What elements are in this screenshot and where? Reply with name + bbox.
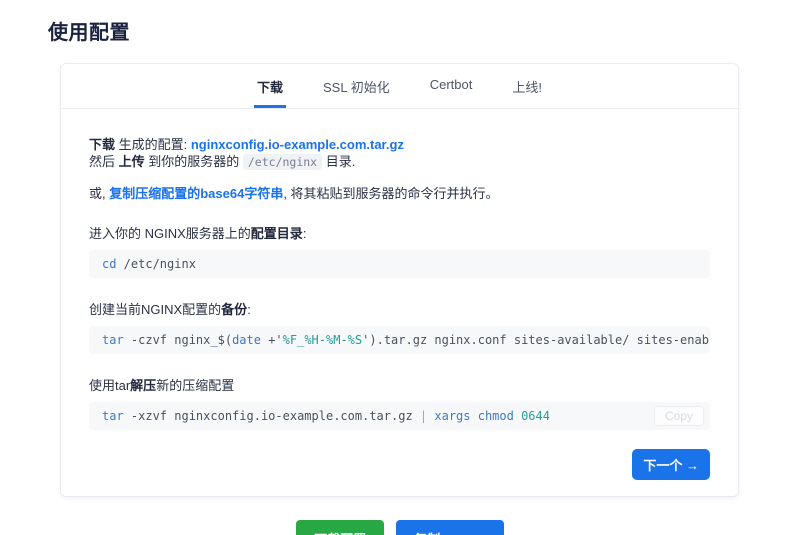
copy-button[interactable]: Copy bbox=[654, 406, 704, 426]
text-segment: 到你的服务器的 bbox=[145, 154, 243, 169]
base64-instructions: 或, 复制压缩配置的base64字符串, 将其粘贴到服务器的命令行并执行。 bbox=[89, 185, 710, 202]
text-segment: 然后 bbox=[89, 154, 119, 169]
code-token: ').tar.gz nginx.conf sites-available/ si… bbox=[362, 333, 710, 347]
text-segment: 创建当前NGINX配置的 bbox=[89, 302, 221, 317]
upload-word: 上传 bbox=[119, 154, 145, 169]
text-segment: 生成的配置: bbox=[115, 137, 191, 152]
etc-nginx-path: /etc/nginx bbox=[243, 154, 322, 170]
text-segment: 使用tar bbox=[89, 378, 130, 393]
backup-heading: 创建当前NGINX配置的备份: bbox=[89, 299, 710, 318]
backup-command-block: tar -czvf nginx_$(date +'%F_%H-%M-%S').t… bbox=[89, 326, 710, 354]
text-segment: : bbox=[303, 226, 307, 241]
text-segment: : bbox=[247, 302, 251, 317]
copy-base64-button[interactable]: 复制Base64 bbox=[396, 520, 504, 535]
tab-download[interactable]: 下载 bbox=[254, 77, 286, 108]
copy-base64-link[interactable]: 复制压缩配置的base64字符串 bbox=[109, 186, 283, 201]
download-config-button[interactable]: 下载配置 bbox=[296, 520, 384, 535]
code-token: tar bbox=[102, 409, 124, 423]
text-segment: 备份 bbox=[221, 302, 247, 317]
tab-ssl-init[interactable]: SSL 初始化 bbox=[320, 77, 393, 108]
archive-download-link[interactable]: nginxconfig.io-example.com.tar.gz bbox=[191, 137, 404, 152]
text-segment: 解压 bbox=[130, 378, 156, 393]
next-row: 下一个 → bbox=[89, 449, 710, 480]
download-word: 下载 bbox=[89, 137, 115, 152]
code-token: xargs bbox=[427, 409, 470, 423]
setup-card: 下载 SSL 初始化 Certbot 上线! 下载 生成的配置: nginxco… bbox=[60, 63, 739, 497]
code-token: tar bbox=[102, 333, 124, 347]
text-segment: , 将其粘贴到服务器的命令行并执行。 bbox=[283, 186, 498, 201]
text-segment: 配置目录 bbox=[251, 226, 303, 241]
extract-heading: 使用tar解压新的压缩配置 bbox=[89, 375, 710, 394]
code-token: +' bbox=[261, 333, 283, 347]
tab-bar: 下载 SSL 初始化 Certbot 上线! bbox=[61, 64, 738, 109]
tab-certbot[interactable]: Certbot bbox=[427, 77, 476, 108]
code-token: /etc/nginx bbox=[116, 257, 195, 271]
next-button[interactable]: 下一个 → bbox=[632, 449, 710, 480]
cd-command-block: cd /etc/nginx bbox=[89, 250, 710, 278]
extract-command-block: tar -xzvf nginxconfig.io-example.com.tar… bbox=[89, 402, 710, 430]
goto-config-dir-heading: 进入你的 NGINX服务器上的配置目录: bbox=[89, 223, 710, 242]
code-token: %F_%H-%M-%S bbox=[283, 333, 362, 347]
tab-go-live[interactable]: 上线! bbox=[509, 77, 545, 108]
code-token: 0644 bbox=[514, 409, 550, 423]
download-instructions: 下载 生成的配置: nginxconfig.io-example.com.tar… bbox=[89, 136, 710, 171]
code-token: cd bbox=[102, 257, 116, 271]
code-token: date bbox=[232, 333, 261, 347]
text-segment: 目录. bbox=[322, 154, 355, 169]
footer-actions: 下载配置 复制Base64 bbox=[0, 520, 800, 535]
tab-panel-download: 下载 生成的配置: nginxconfig.io-example.com.tar… bbox=[61, 109, 738, 496]
text-segment: 进入你的 NGINX服务器上的 bbox=[89, 226, 251, 241]
text-segment: 或, bbox=[89, 186, 109, 201]
text-segment: 新的压缩配置 bbox=[156, 378, 234, 393]
code-token: -czvf nginx_$( bbox=[124, 333, 232, 347]
code-token: -xzvf nginxconfig.io-example.com.tar.gz bbox=[124, 409, 420, 423]
code-token: chmod bbox=[471, 409, 514, 423]
page-title: 使用配置 bbox=[48, 16, 800, 45]
